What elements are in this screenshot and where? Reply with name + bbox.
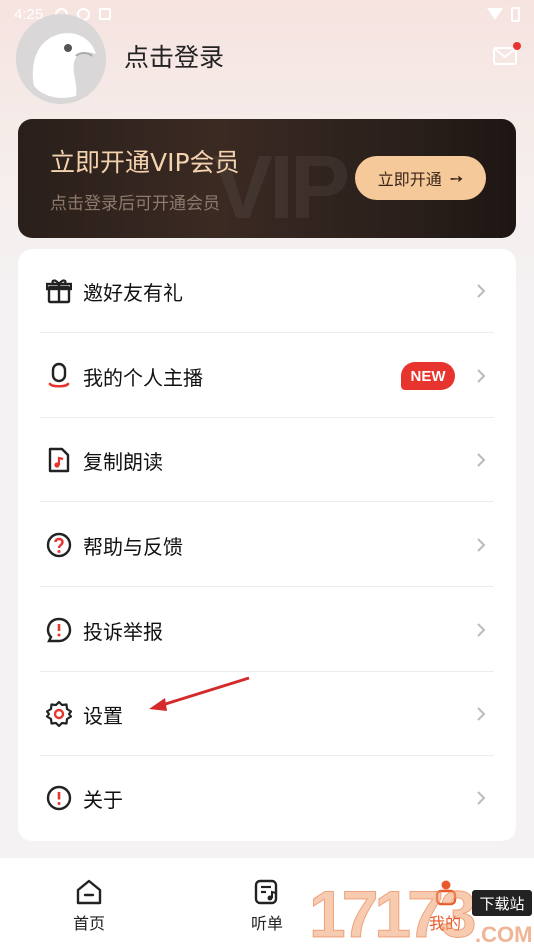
watermark-numbers: 17173 (309, 877, 478, 950)
nav-home[interactable]: 首页 (44, 858, 134, 950)
menu-item-label: 投诉举报 (83, 619, 163, 644)
watermark-site: 下载站 (472, 890, 532, 916)
chevron-right-icon (476, 790, 486, 806)
menu-item-invite[interactable]: 邀好友有礼 (18, 249, 516, 333)
menu-item-personal-anchor[interactable]: 我的个人主播 NEW (18, 334, 516, 418)
menu-item-copy-read[interactable]: 复制朗读 (18, 418, 516, 502)
nav-playlist-label: 听单 (250, 914, 283, 933)
chevron-right-icon (476, 452, 486, 468)
vip-open-button[interactable]: 立即开通 ➙ (355, 156, 486, 200)
arrow-right-icon: ➙ (449, 168, 464, 188)
watermark-logo: 17173 下载站 .COM (305, 868, 534, 950)
help-icon (45, 531, 73, 559)
chevron-right-icon (476, 537, 486, 553)
wifi-icon (487, 8, 503, 20)
divider (40, 332, 494, 333)
home-icon (76, 879, 102, 905)
watermark-com: .COM (475, 922, 533, 947)
nav-home-label: 首页 (72, 914, 105, 933)
divider (40, 501, 494, 502)
vip-button-label: 立即开通 (377, 170, 442, 189)
nav-playlist[interactable]: 听单 (222, 858, 312, 950)
menu-item-settings[interactable]: 设置 (18, 672, 516, 756)
menu-item-label: 复制朗读 (83, 449, 163, 474)
chevron-right-icon (476, 622, 486, 638)
menu-item-label: 邀好友有礼 (83, 280, 183, 305)
status-icons-right (487, 6, 520, 22)
divider (40, 586, 494, 587)
battery-icon (511, 6, 520, 22)
microphone-icon (45, 362, 73, 390)
mail-icon[interactable] (492, 42, 522, 66)
menu-item-report[interactable]: 投诉举报 (18, 588, 516, 672)
vip-card[interactable]: VIP 立即开通VIP会员 点击登录后可开通会员 立即开通 ➙ (18, 119, 516, 238)
chevron-right-icon (476, 283, 486, 299)
new-badge: NEW (401, 362, 455, 390)
music-document-icon (45, 446, 73, 474)
menu-item-label: 帮助与反馈 (83, 534, 183, 559)
menu-item-help-feedback[interactable]: 帮助与反馈 (18, 503, 516, 587)
annotation-arrow-icon (149, 676, 250, 711)
menu-item-label: 我的个人主播 (83, 365, 203, 390)
avatar[interactable] (16, 14, 106, 104)
app-notification-icon (99, 7, 112, 20)
info-icon (45, 784, 73, 812)
menu-item-label: 设置 (83, 703, 123, 728)
login-link[interactable]: 点击登录 (124, 38, 224, 74)
gift-icon (45, 277, 73, 305)
default-avatar-icon (16, 14, 106, 104)
vip-title: 立即开通VIP会员 (50, 148, 240, 177)
playlist-icon (254, 879, 278, 905)
menu-card: 邀好友有礼 我的个人主播 NEW 复制朗读 帮助与反馈 投诉举报 设置 关于 (18, 249, 516, 841)
settings-icon (45, 700, 73, 728)
report-icon (45, 616, 73, 644)
vip-subtitle: 点击登录后可开通会员 (50, 194, 220, 214)
chevron-right-icon (476, 368, 486, 384)
menu-item-label: 关于 (83, 787, 123, 812)
chevron-right-icon (476, 706, 486, 722)
menu-item-about[interactable]: 关于 (18, 756, 516, 840)
